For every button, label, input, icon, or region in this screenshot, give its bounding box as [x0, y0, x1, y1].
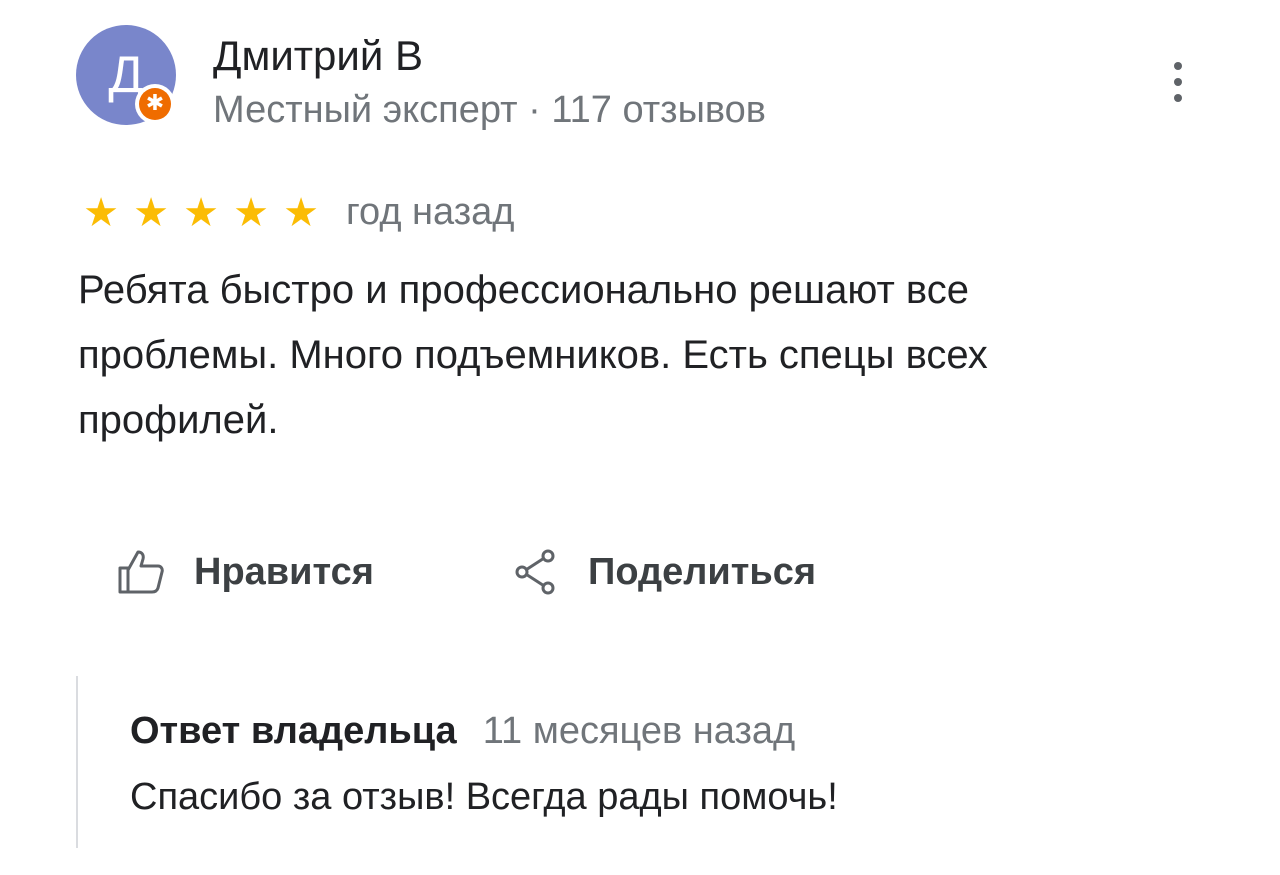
owner-response-date: 11 месяцев назад [482, 710, 796, 752]
more-options-button[interactable] [1158, 56, 1198, 108]
owner-response-text: Спасибо за отзыв! Всегда рады помочь! [130, 776, 838, 818]
thumb-up-icon [118, 550, 164, 594]
star-icon: ★ [183, 190, 219, 236]
owner-response-header: Ответ владельца 11 месяцев назад [130, 710, 795, 753]
review-date: год назад [346, 191, 515, 233]
local-guide-star-icon: ✱ [139, 88, 171, 120]
star-rating: ★ ★ ★ ★ ★ [76, 188, 326, 238]
more-vert-icon-dot [1174, 94, 1182, 102]
like-button[interactable]: Нравится [116, 540, 374, 604]
star-icon: ★ [83, 190, 119, 236]
more-vert-icon [1174, 62, 1182, 70]
star-icon: ★ [283, 190, 319, 236]
review-text: Ребята быстро и профессионально решают в… [78, 268, 988, 442]
share-icon [515, 549, 555, 595]
star-icon: ★ [133, 190, 169, 236]
author-meta: Местный эксперт · 117 отзывов [213, 89, 766, 131]
author-name[interactable]: Дмитрий В [213, 30, 423, 82]
owner-response-title: Ответ владельца [130, 710, 457, 752]
star-icon: ★ [233, 190, 269, 236]
more-vert-icon-dot [1174, 78, 1182, 86]
share-button[interactable]: Поделиться [510, 540, 816, 604]
like-label: Нравится [194, 550, 374, 593]
local-guide-badge: ✱ [135, 84, 175, 124]
owner-response: Ответ владельца 11 месяцев назад Спасибо … [76, 676, 1078, 848]
review-card: Д ✱ Дмитрий В Местный эксперт · 117 отзы… [0, 0, 1280, 875]
share-label: Поделиться [588, 550, 817, 593]
